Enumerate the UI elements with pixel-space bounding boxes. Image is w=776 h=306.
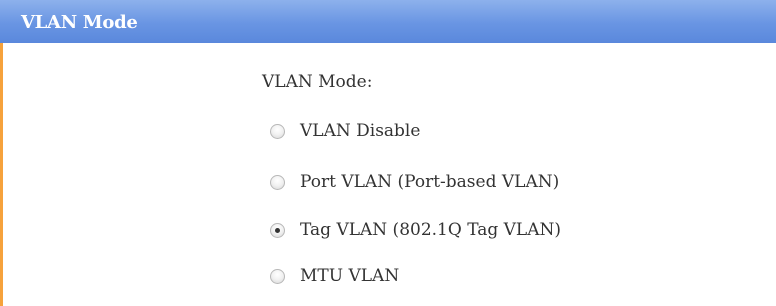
vlan-mode-label: VLAN Mode: (262, 72, 373, 92)
option-label-port-vlan: Port VLAN (Port-based VLAN) (300, 172, 560, 192)
option-port-vlan[interactable]: Port VLAN (Port-based VLAN) (270, 170, 559, 194)
option-label-mtu-vlan: MTU VLAN (300, 266, 400, 286)
option-vlan-disable[interactable]: VLAN Disable (270, 119, 420, 143)
left-accent-bar (0, 43, 3, 306)
option-tag-vlan[interactable]: Tag VLAN (802.1Q Tag VLAN) (270, 218, 561, 242)
option-label-vlan-disable: VLAN Disable (300, 121, 421, 141)
option-mtu-vlan[interactable]: MTU VLAN (270, 264, 399, 288)
radio-tag-vlan[interactable] (270, 222, 285, 238)
radio-port-vlan[interactable] (270, 174, 285, 190)
radio-vlan-disable[interactable] (270, 123, 285, 139)
option-label-tag-vlan: Tag VLAN (802.1Q Tag VLAN) (300, 220, 561, 240)
vlan-mode-panel: VLAN Mode VLAN Mode: VLAN Disable Port V… (0, 0, 776, 306)
radio-mtu-vlan[interactable] (270, 268, 285, 284)
panel-title: VLAN Mode (21, 12, 138, 33)
panel-header: VLAN Mode (0, 0, 776, 43)
